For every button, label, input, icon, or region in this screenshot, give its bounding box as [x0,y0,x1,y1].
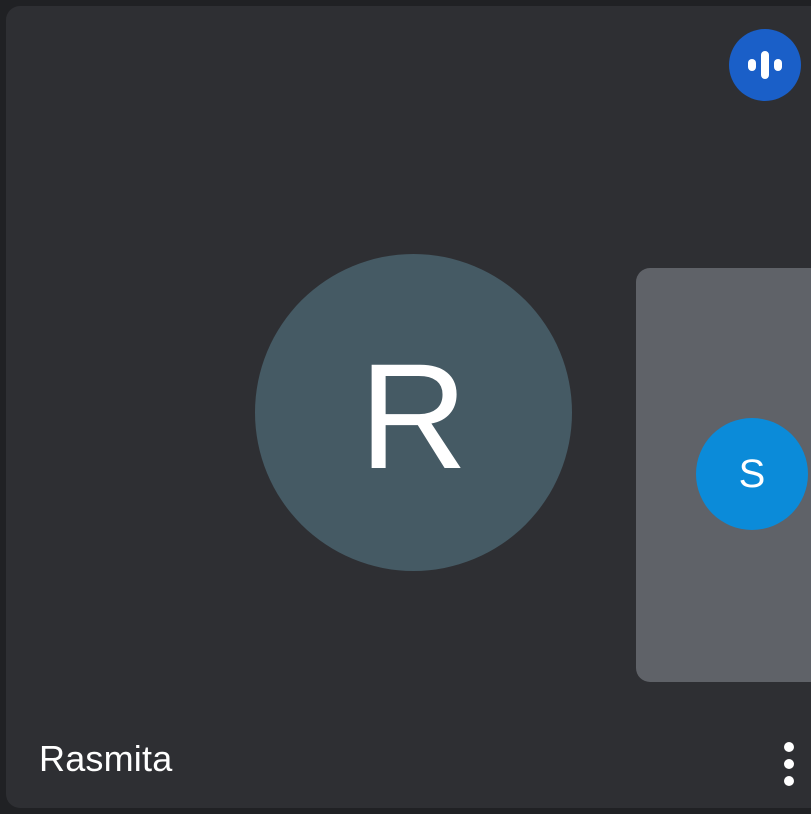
more-vert-icon-dot [784,759,794,769]
participant-tile[interactable]: R S Rasmita [6,6,811,808]
more-vert-icon [784,742,794,752]
audio-level-icon[interactable] [729,29,801,101]
participant-name: Rasmita [39,738,173,779]
more-options-button[interactable] [771,734,807,794]
self-view-tile[interactable]: S [636,268,811,682]
participant-initial: R [359,331,468,500]
audio-level-bars [748,51,782,79]
more-vert-icon-dot [784,776,794,786]
self-view-avatar: S [696,418,808,530]
participant-avatar: R [255,254,572,571]
self-view-initial: S [738,452,766,496]
